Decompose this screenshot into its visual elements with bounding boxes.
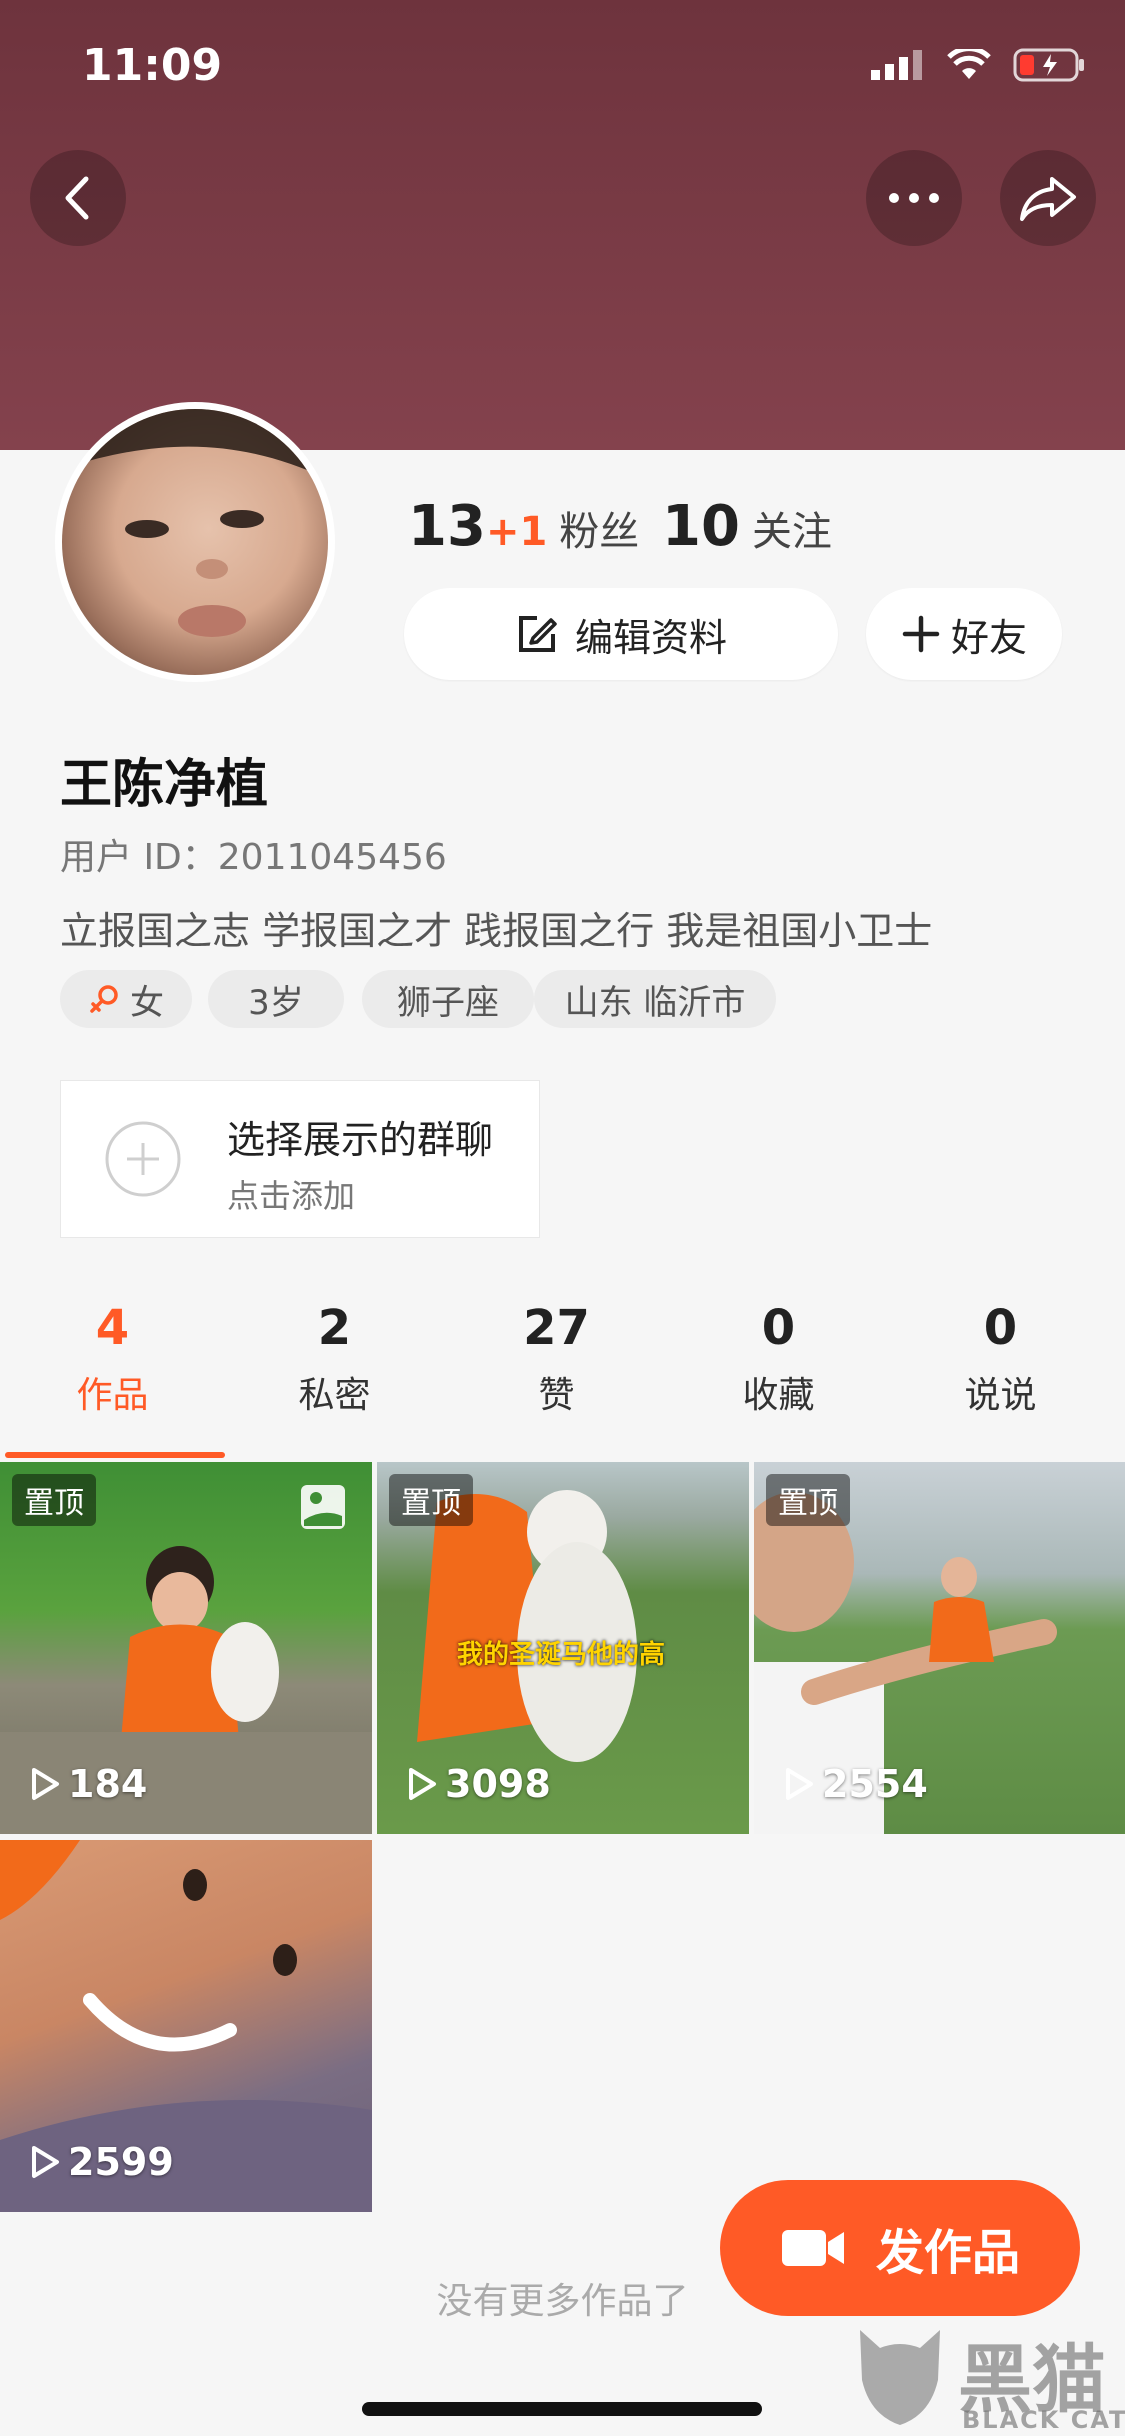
- user-id: 用户 ID：2011045456: [60, 837, 447, 878]
- fans-delta: +1: [485, 509, 548, 555]
- battery-icon: [1013, 48, 1084, 82]
- signal-icon: [871, 50, 922, 80]
- back-button[interactable]: [30, 150, 126, 246]
- video-camera-icon: [781, 2230, 844, 2266]
- add-circle-icon: [105, 1121, 181, 1197]
- tag-gender-label: 女: [130, 982, 164, 1023]
- status-time: 11:09: [82, 40, 223, 91]
- more-button[interactable]: [866, 150, 962, 246]
- tag-location: 山东 临沂市: [534, 970, 776, 1028]
- tab-likes[interactable]: 27 赞: [444, 1300, 669, 1418]
- play-count: 3098: [407, 1762, 551, 1806]
- tab-works[interactable]: 4 作品: [0, 1300, 225, 1418]
- tab-favorites[interactable]: 0 收藏: [666, 1300, 891, 1418]
- edit-profile-button[interactable]: 编辑资料: [404, 588, 838, 680]
- tab-likes-label: 赞: [538, 1375, 575, 1416]
- wifi-icon: [947, 49, 991, 79]
- play-count-value: 3098: [445, 1762, 551, 1806]
- add-friend-label: 好友: [950, 615, 1027, 660]
- watermark-en: BLACK CAT: [962, 2406, 1125, 2434]
- tab-private[interactable]: 2 私密: [222, 1300, 447, 1418]
- following-label: 关注: [751, 509, 832, 555]
- tab-works-count: 4: [95, 1300, 130, 1356]
- play-icon: [32, 2146, 59, 2178]
- work-tile[interactable]: 置顶 2554: [754, 1462, 1125, 1834]
- group-card-subtitle: 点击添加: [227, 1177, 356, 1215]
- tag-gender: 女: [60, 970, 192, 1028]
- pinned-badge: 置顶: [12, 1474, 96, 1526]
- play-icon: [409, 1768, 436, 1800]
- chevron-left-icon: [65, 176, 89, 220]
- plus-icon: [902, 615, 940, 653]
- play-count-value: 2554: [822, 1762, 928, 1806]
- pinned-badge: 置顶: [389, 1474, 473, 1526]
- tab-private-label: 私密: [298, 1375, 371, 1416]
- fans-label: 粉丝: [559, 509, 640, 555]
- edit-profile-label: 编辑资料: [574, 615, 727, 660]
- profile-tabs: 4 作品 2 私密 27 赞 0 收藏 0 说说: [0, 1300, 1125, 1460]
- share-button[interactable]: [1000, 150, 1096, 246]
- play-icon: [32, 1768, 59, 1800]
- add-friend-button[interactable]: 好友: [866, 588, 1062, 680]
- play-count: 2599: [30, 2140, 174, 2184]
- tag-zodiac: 狮子座: [362, 970, 534, 1028]
- following-count: 10: [662, 494, 740, 559]
- publish-label: 发作品: [875, 2225, 1020, 2281]
- tab-moments[interactable]: 0 说说: [888, 1300, 1113, 1418]
- more-icon: [889, 193, 939, 203]
- work-tile[interactable]: 置顶 我的圣诞马他的高 3098: [377, 1462, 749, 1834]
- blackcat-logo-icon: [860, 2330, 940, 2425]
- tag-age: 3岁: [208, 970, 344, 1028]
- video-caption: 我的圣诞马他的高: [457, 1640, 666, 1670]
- avatar[interactable]: [62, 409, 328, 675]
- tab-private-count: 2: [317, 1300, 352, 1356]
- play-count: 184: [30, 1762, 147, 1806]
- photo-album-icon: [301, 1485, 345, 1529]
- following-stat[interactable]: 10 关注: [662, 494, 832, 559]
- play-count-value: 2599: [68, 2140, 174, 2184]
- play-count-value: 184: [68, 1762, 148, 1806]
- avatar-image: [62, 409, 328, 637]
- publish-button[interactable]: 发作品: [720, 2180, 1080, 2316]
- status-icons: [871, 48, 1085, 82]
- share-icon: [1020, 177, 1076, 221]
- tab-favorites-count: 0: [761, 1300, 796, 1356]
- tab-favorites-label: 收藏: [742, 1375, 815, 1416]
- edit-icon: [518, 616, 557, 652]
- play-count: 2554: [784, 1762, 928, 1806]
- tab-works-label: 作品: [76, 1375, 149, 1416]
- user-bio: 立报国之志 学报国之才 践报国之行 我是祖国小卫士: [60, 909, 933, 953]
- tab-likes-count: 27: [523, 1300, 590, 1356]
- tab-moments-count: 0: [983, 1300, 1018, 1356]
- fans-stat[interactable]: 13 +1 粉丝: [408, 494, 639, 559]
- blackcat-watermark: 黑猫 BLACK CAT: [850, 2320, 1125, 2434]
- work-tile[interactable]: 2599: [0, 1840, 372, 2212]
- group-card-title: 选择展示的群聊: [227, 1118, 494, 1162]
- user-name: 王陈净植: [60, 755, 269, 815]
- active-tab-indicator: [5, 1452, 225, 1458]
- work-tile[interactable]: 置顶 184: [0, 1462, 372, 1834]
- pinned-badge: 置顶: [766, 1474, 850, 1526]
- home-indicator[interactable]: [362, 2402, 762, 2416]
- group-chat-card[interactable]: 选择展示的群聊 点击添加: [60, 1080, 540, 1238]
- female-icon: [90, 985, 118, 1013]
- fans-count: 13: [408, 494, 486, 559]
- play-icon: [786, 1768, 813, 1800]
- tab-moments-label: 说说: [964, 1375, 1037, 1416]
